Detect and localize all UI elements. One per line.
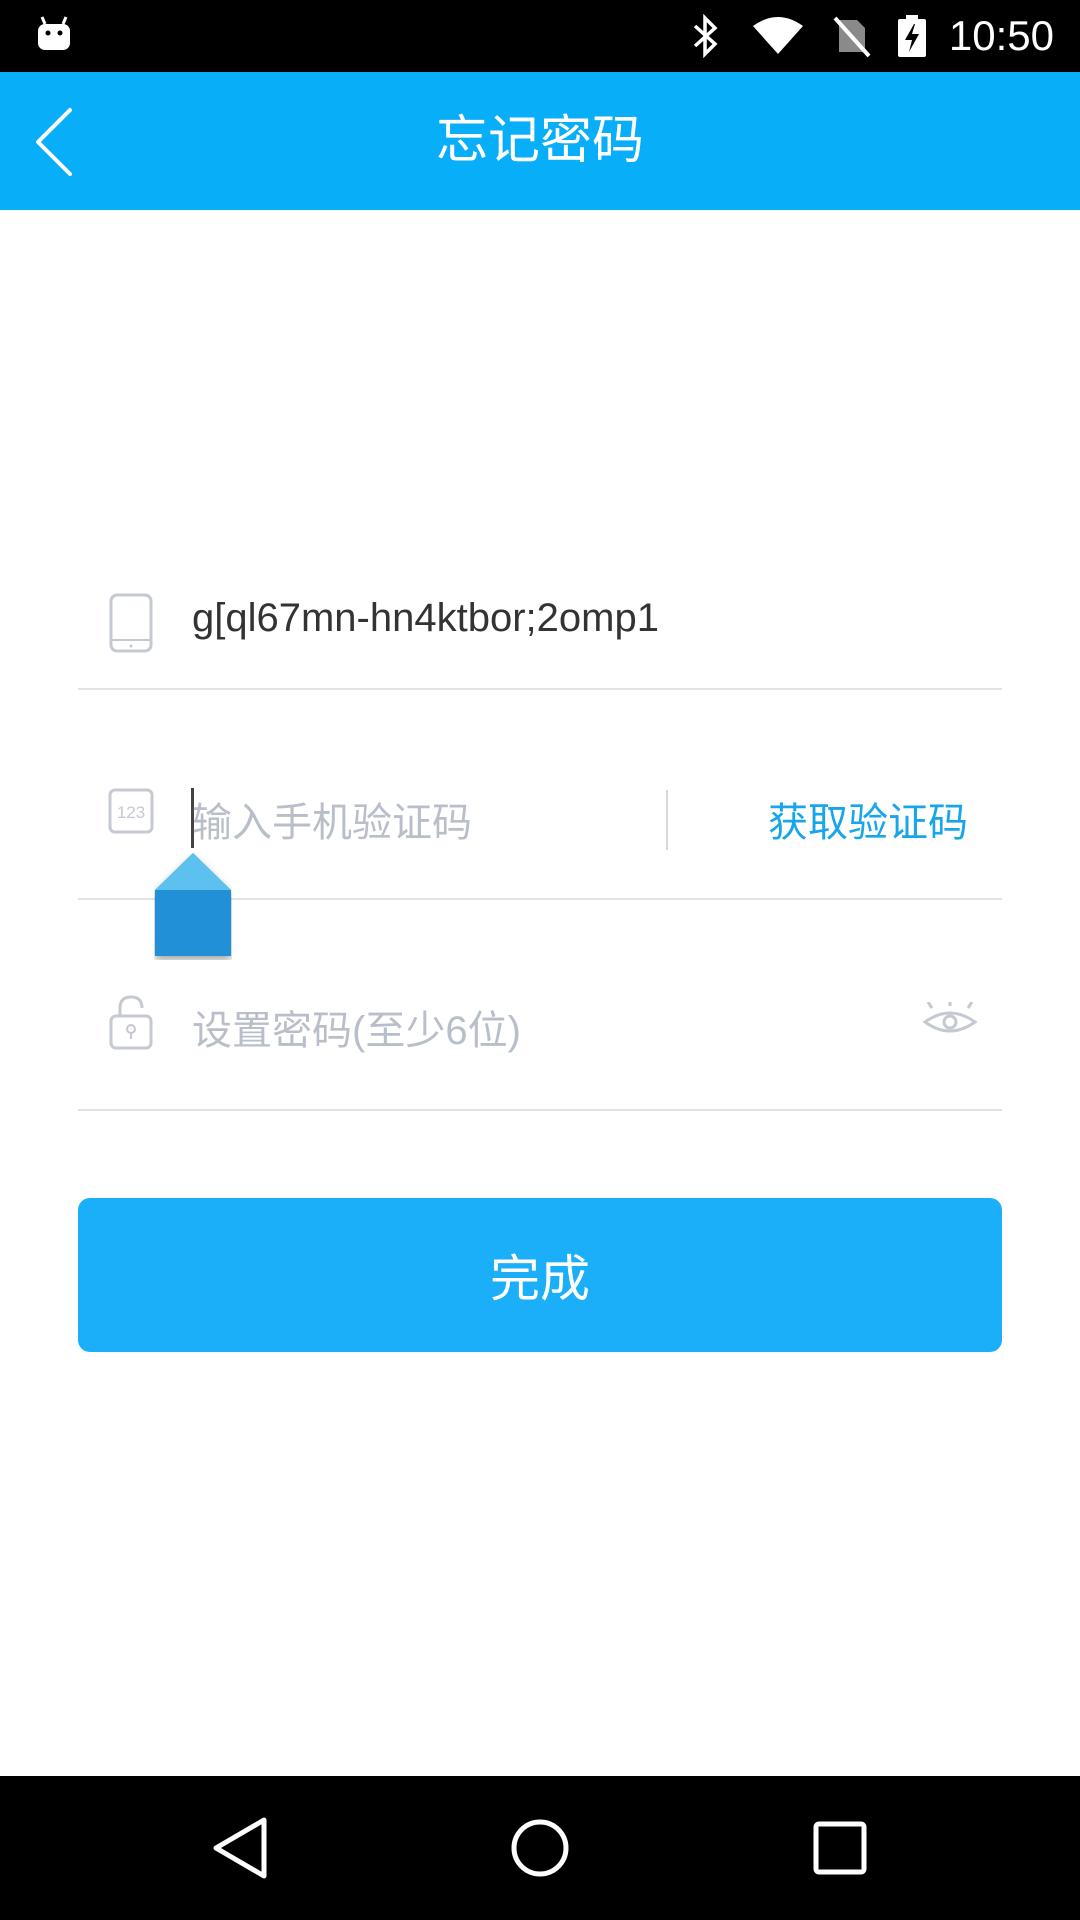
password-row: 设置密码(至少6位) [78, 990, 1002, 1110]
page-title: 忘记密码 [435, 111, 644, 171]
phone-field[interactable]: g[ql67mn-hn4ktbor;2omp1 [192, 596, 659, 641]
android-icon [38, 16, 70, 50]
status-icons: 10:50 [659, 0, 1054, 72]
code-input[interactable]: 输入手机验证码 [192, 790, 472, 848]
get-code-button[interactable]: 获取验证码 [768, 790, 968, 848]
submit-button[interactable]: 完成 [78, 1198, 1002, 1352]
lock-icon [109, 995, 153, 1050]
svg-text:123: 123 [117, 803, 145, 822]
battery-charging-icon [897, 15, 926, 57]
eye-icon[interactable] [922, 1002, 978, 1042]
phone-row: g[ql67mn-hn4ktbor;2omp1 [78, 582, 1002, 688]
password-input[interactable]: 设置密码(至少6位) [192, 998, 521, 1056]
numeric-123-icon: 123 [108, 788, 154, 834]
navigation-bar [0, 1776, 1080, 1920]
text-selection-handle[interactable] [154, 852, 232, 960]
divider [78, 688, 1002, 690]
no-sim-icon [833, 16, 871, 58]
app-bar: 忘记密码 [0, 72, 1080, 210]
divider [78, 1109, 1002, 1111]
bluetooth-icon [693, 14, 718, 58]
home-circle-icon[interactable] [504, 1812, 576, 1884]
vertical-separator [666, 790, 668, 850]
status-time: 10:50 [948, 12, 1054, 59]
status-bar: 10:50 [0, 0, 1080, 72]
phone-icon [109, 593, 153, 653]
wifi-icon [752, 17, 803, 54]
recents-square-icon[interactable] [804, 1812, 876, 1884]
back-triangle-icon[interactable] [204, 1812, 276, 1884]
